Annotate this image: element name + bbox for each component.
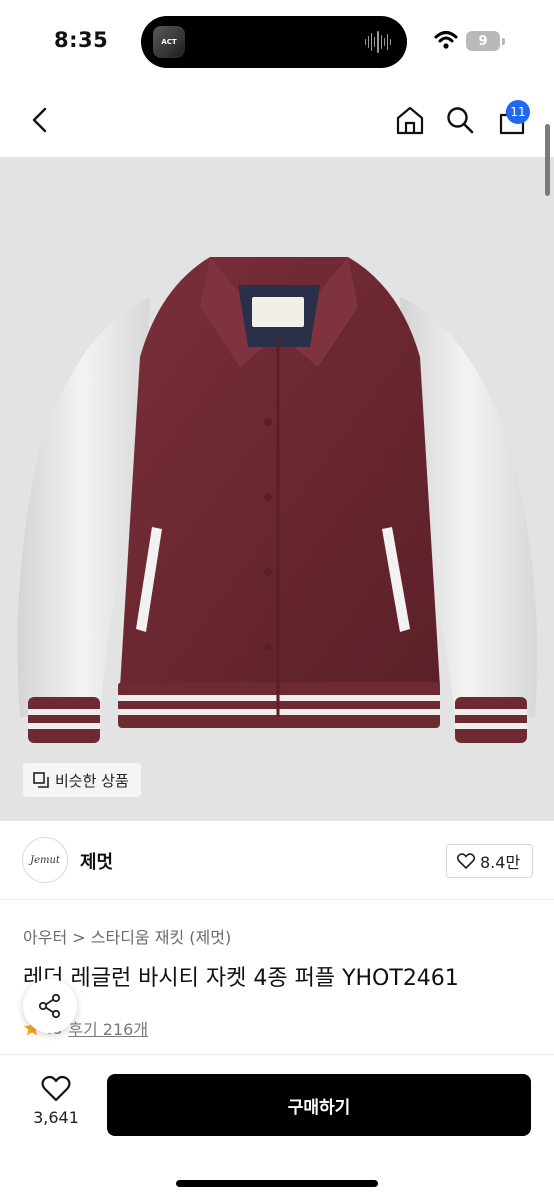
battery-nub bbox=[502, 38, 505, 45]
brand-logo[interactable]: Jemut bbox=[22, 837, 68, 883]
home-indicator[interactable] bbox=[176, 1180, 378, 1187]
similar-items-icon bbox=[33, 772, 49, 788]
brand-row[interactable]: Jemut 제멋 8.4만 bbox=[0, 822, 554, 900]
similar-products-label: 비슷한 상품 bbox=[55, 771, 129, 790]
back-icon[interactable] bbox=[20, 100, 60, 140]
top-nav bbox=[0, 84, 554, 157]
brand-name[interactable]: 제멋 bbox=[80, 848, 113, 874]
breadcrumb-subcategory[interactable]: 스타디움 재킷 (제멋) bbox=[91, 928, 231, 947]
buy-button[interactable]: 구매하기 bbox=[107, 1074, 531, 1136]
wifi-icon bbox=[434, 31, 458, 49]
status-bar: 8:35 ACT 9 bbox=[0, 0, 554, 84]
scroll-indicator bbox=[545, 124, 550, 196]
wishlist-count: 3,641 bbox=[33, 1108, 79, 1127]
battery-icon: 9 bbox=[466, 31, 500, 51]
similar-products-button[interactable]: 비슷한 상품 bbox=[23, 763, 141, 797]
search-icon[interactable] bbox=[440, 100, 480, 140]
wishlist-button[interactable]: 3,641 bbox=[22, 1075, 90, 1127]
breadcrumb-separator: > bbox=[72, 928, 86, 947]
brand-like-button[interactable]: 8.4만 bbox=[446, 844, 534, 878]
varsity-jacket-illustration bbox=[17, 257, 538, 743]
album-art-icon: ACT bbox=[153, 26, 185, 58]
share-icon bbox=[38, 993, 61, 1019]
waveform-icon bbox=[365, 30, 391, 54]
breadcrumb: 아우터 > 스타디움 재킷 (제멋) bbox=[23, 924, 231, 948]
status-time: 8:35 bbox=[54, 28, 109, 52]
home-icon[interactable] bbox=[390, 100, 430, 140]
heart-icon bbox=[41, 1075, 71, 1102]
reviews-link[interactable]: 후기 216개 bbox=[68, 1016, 148, 1040]
cart-count-badge: 11 bbox=[506, 100, 530, 124]
dynamic-island[interactable]: ACT bbox=[141, 16, 407, 68]
product-title: 레더 레글런 바시티 자켓 4종 퍼플 YHOT2461 bbox=[23, 966, 459, 991]
bottom-action-bar: 3,641 구매하기 bbox=[0, 1054, 554, 1200]
product-image[interactable]: 비슷한 상품 bbox=[0, 157, 554, 821]
share-button[interactable] bbox=[23, 979, 77, 1033]
breadcrumb-category[interactable]: 아우터 bbox=[23, 928, 67, 947]
heart-icon bbox=[457, 853, 475, 869]
brand-like-count: 8.4만 bbox=[480, 853, 521, 872]
